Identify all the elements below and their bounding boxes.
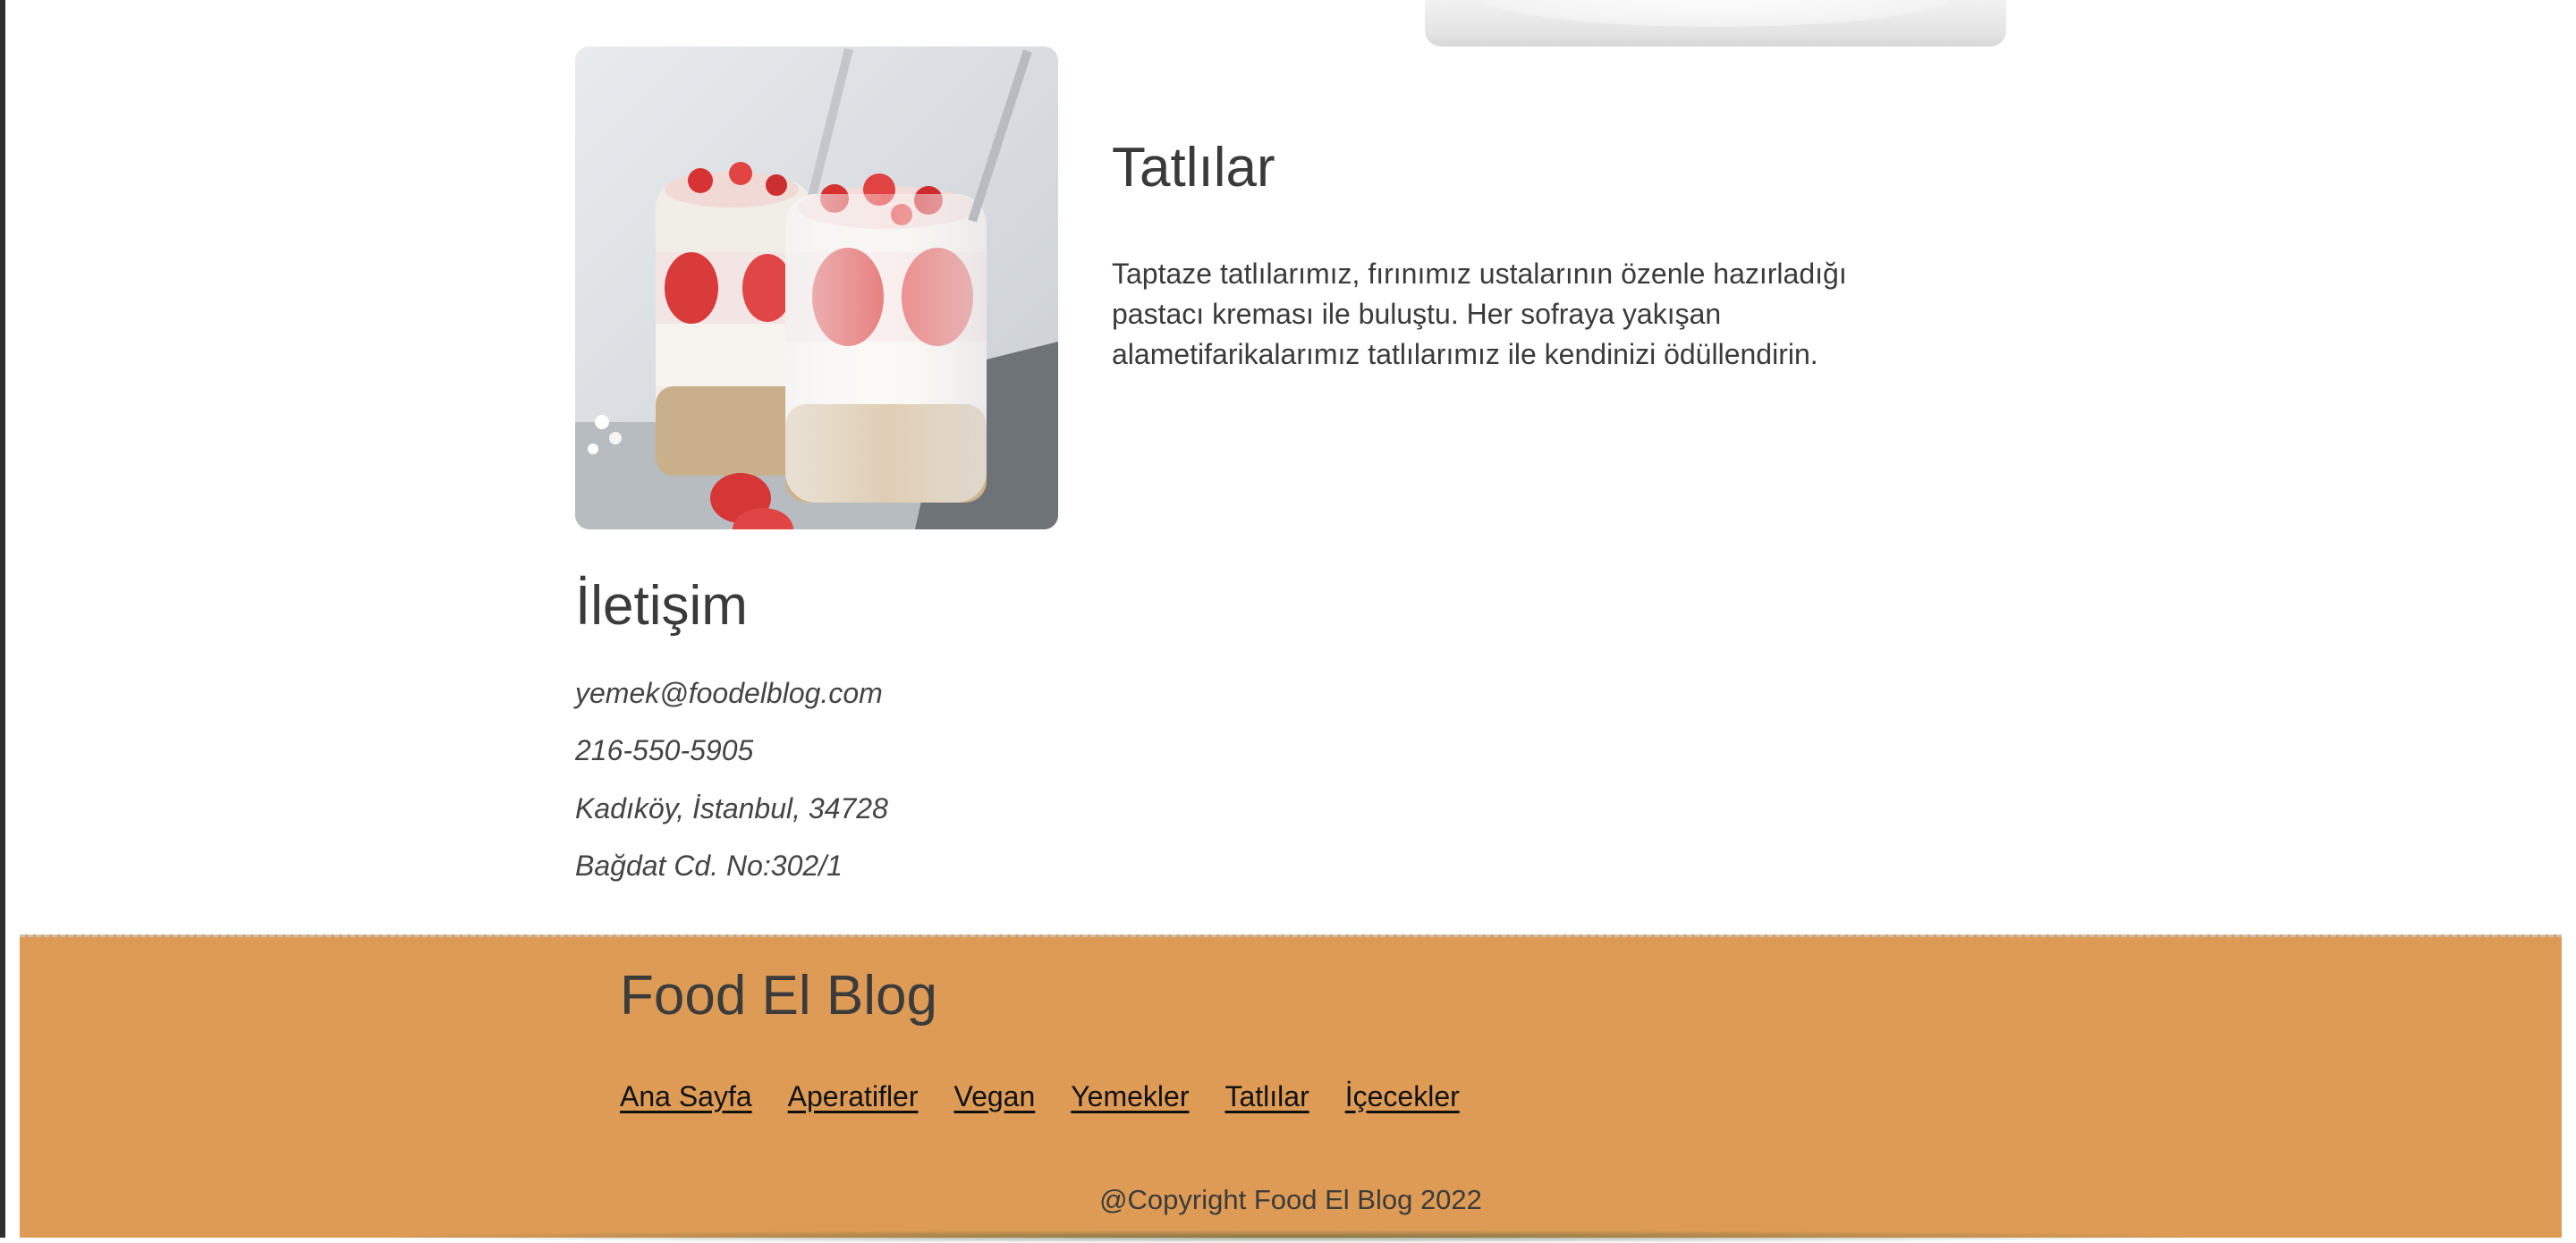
window-left-edge <box>0 0 5 1238</box>
contact-title: İletişim <box>575 575 748 637</box>
dessert-image <box>575 47 1058 529</box>
contact-email: yemek@foodelblog.com <box>575 677 883 709</box>
previous-section-image <box>1425 0 2006 47</box>
contact-street: Bağdat Cd. No:302/1 <box>575 850 843 882</box>
dessert-photo <box>575 47 1058 529</box>
footer-link-aperatifler[interactable]: Aperatifler <box>788 1080 919 1113</box>
contact-city: Kadıköy, İstanbul, 34728 <box>575 792 888 824</box>
footer-link-tatlilar[interactable]: Tatlılar <box>1224 1080 1309 1113</box>
footer-nav: Ana Sayfa Aperatifler Vegan Yemekler Tat… <box>620 1080 1460 1113</box>
dessert-section-title: Tatlılar <box>1112 137 1275 199</box>
footer-link-icecekler[interactable]: İçecekler <box>1345 1080 1460 1113</box>
footer-link-vegan[interactable]: Vegan <box>954 1080 1036 1113</box>
footer-link-ana-sayfa[interactable]: Ana Sayfa <box>620 1080 752 1113</box>
footer-brand: Food El Blog <box>620 965 937 1027</box>
dessert-section-description: Taptaze tatlılarımız, fırınımız ustaları… <box>1112 258 1847 370</box>
footer: Food El Blog Ana Sayfa Aperatifler Vegan… <box>20 934 2562 1243</box>
footer-shadow <box>395 1230 2184 1243</box>
contact-phone: 216-550-5905 <box>575 734 754 766</box>
footer-copyright: @Copyright Food El Blog 2022 <box>1099 1184 1482 1215</box>
footer-link-yemekler[interactable]: Yemekler <box>1071 1080 1189 1113</box>
